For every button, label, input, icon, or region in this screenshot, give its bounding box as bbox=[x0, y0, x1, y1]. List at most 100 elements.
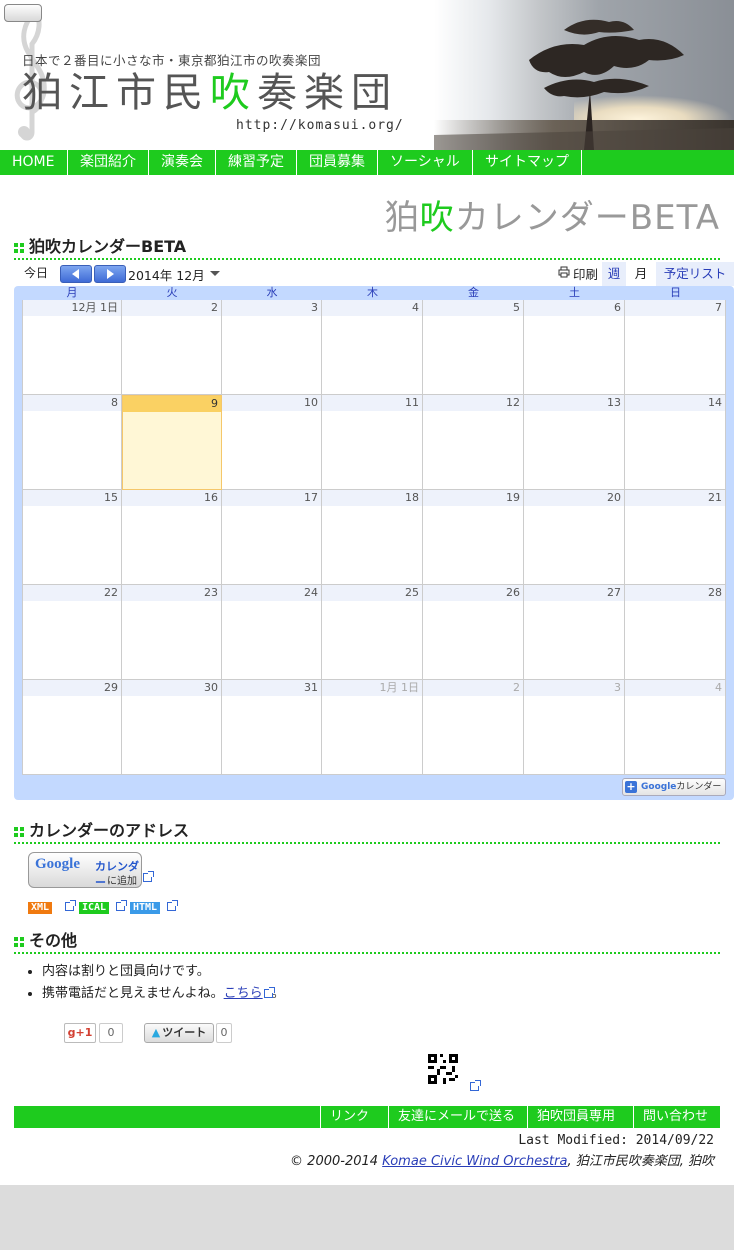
calendar-day-cell[interactable]: 23 bbox=[122, 585, 222, 680]
calendar-day-cell[interactable]: 18 bbox=[322, 490, 423, 585]
calendar-day-cell[interactable]: 6 bbox=[524, 300, 625, 395]
day-number[interactable]: 4 bbox=[322, 300, 422, 316]
print-button[interactable]: 印刷 bbox=[573, 264, 598, 283]
org-link[interactable]: Komae Civic Wind Orchestra bbox=[382, 1154, 567, 1169]
day-number[interactable]: 12月 1日 bbox=[23, 300, 121, 316]
day-number[interactable]: 17 bbox=[222, 490, 321, 506]
day-number[interactable]: 1月 1日 bbox=[322, 680, 422, 696]
qr-code-icon[interactable] bbox=[428, 1054, 458, 1084]
tab-week[interactable]: 週 bbox=[602, 262, 626, 286]
calendar-day-cell[interactable]: 4 bbox=[322, 300, 423, 395]
day-number[interactable]: 2 bbox=[423, 680, 523, 696]
calendar-day-cell[interactable]: 10 bbox=[222, 395, 322, 490]
calendar-day-cell[interactable]: 11 bbox=[322, 395, 423, 490]
nav-item-concerts[interactable]: 演奏会 bbox=[149, 150, 216, 175]
day-number[interactable]: 22 bbox=[23, 585, 121, 601]
xml-feed-button[interactable]: XML bbox=[28, 902, 53, 914]
add-to-google-calendar-button[interactable]: Google カレンダー に追加 bbox=[28, 852, 142, 889]
prev-month-button[interactable] bbox=[60, 265, 92, 283]
ical-feed-button[interactable]: ICAL bbox=[79, 902, 110, 914]
day-number[interactable]: 9 bbox=[123, 396, 221, 412]
calendar-day-cell[interactable]: 21 bbox=[625, 490, 726, 585]
nav-item-about[interactable]: 楽団紹介 bbox=[68, 150, 149, 175]
calendar-day-cell[interactable]: 13 bbox=[524, 395, 625, 490]
footer-link-links[interactable]: リンク bbox=[320, 1106, 378, 1128]
nav-item-sitemap[interactable]: サイトマップ bbox=[473, 150, 582, 175]
google-calendar-badge[interactable]: + Googleカレンダー bbox=[622, 778, 726, 796]
calendar-day-cell[interactable]: 24 bbox=[222, 585, 322, 680]
calendar-day-cell[interactable]: 16 bbox=[122, 490, 222, 585]
tweet-button[interactable]: ▲ ツイート bbox=[144, 1023, 214, 1043]
menu-toggle-button[interactable] bbox=[4, 4, 42, 22]
calendar-day-cell[interactable]: 7 bbox=[625, 300, 726, 395]
day-number[interactable]: 29 bbox=[23, 680, 121, 696]
calendar-day-cell[interactable]: 12 bbox=[423, 395, 524, 490]
day-number[interactable]: 28 bbox=[625, 585, 725, 601]
nav-item-social[interactable]: ソーシャル bbox=[378, 150, 473, 175]
calendar-day-cell[interactable]: 2 bbox=[122, 300, 222, 395]
calendar-day-cell[interactable]: 20 bbox=[524, 490, 625, 585]
day-number[interactable]: 2 bbox=[122, 300, 221, 316]
calendar-day-cell[interactable]: 14 bbox=[625, 395, 726, 490]
calendar-day-cell[interactable]: 25 bbox=[322, 585, 423, 680]
day-number[interactable]: 15 bbox=[23, 490, 121, 506]
calendar-day-today[interactable]: 9 bbox=[122, 395, 222, 490]
day-number[interactable]: 3 bbox=[524, 680, 624, 696]
calendar-day-cell[interactable]: 22 bbox=[22, 585, 122, 680]
tab-month[interactable]: 月 bbox=[628, 262, 654, 286]
day-number[interactable]: 8 bbox=[23, 395, 121, 411]
footer-link-contact[interactable]: 問い合わせ bbox=[633, 1106, 717, 1128]
day-number[interactable]: 3 bbox=[222, 300, 321, 316]
day-number[interactable]: 26 bbox=[423, 585, 523, 601]
day-number[interactable]: 19 bbox=[423, 490, 523, 506]
calendar-day-cell[interactable]: 31 bbox=[222, 680, 322, 775]
calendar-day-cell[interactable]: 29 bbox=[22, 680, 122, 775]
nav-item-practice[interactable]: 練習予定 bbox=[216, 150, 297, 175]
day-number[interactable]: 6 bbox=[524, 300, 624, 316]
day-number[interactable]: 11 bbox=[322, 395, 422, 411]
day-number[interactable]: 16 bbox=[122, 490, 221, 506]
tab-agenda[interactable]: 予定リスト bbox=[656, 262, 734, 286]
day-number[interactable]: 13 bbox=[524, 395, 624, 411]
day-number[interactable]: 7 bbox=[625, 300, 725, 316]
day-number[interactable]: 30 bbox=[122, 680, 221, 696]
calendar-day-cell[interactable]: 26 bbox=[423, 585, 524, 680]
day-number[interactable]: 20 bbox=[524, 490, 624, 506]
nav-item-recruit[interactable]: 団員募集 bbox=[297, 150, 378, 175]
google-plus-one-button[interactable]: g+1 bbox=[64, 1023, 96, 1043]
footer-link-members[interactable]: 狛吹団員専用 bbox=[527, 1106, 624, 1128]
day-number[interactable]: 14 bbox=[625, 395, 725, 411]
day-number[interactable]: 5 bbox=[423, 300, 523, 316]
day-number[interactable]: 21 bbox=[625, 490, 725, 506]
calendar-day-cell[interactable]: 28 bbox=[625, 585, 726, 680]
calendar-day-cell[interactable]: 12月 1日 bbox=[22, 300, 122, 395]
printer-icon[interactable] bbox=[558, 266, 570, 278]
next-month-button[interactable] bbox=[94, 265, 126, 283]
chevron-down-icon[interactable] bbox=[210, 271, 220, 276]
day-number[interactable]: 25 bbox=[322, 585, 422, 601]
calendar-day-cell[interactable]: 1月 1日 bbox=[322, 680, 423, 775]
calendar-day-cell[interactable]: 2 bbox=[423, 680, 524, 775]
calendar-day-cell[interactable]: 8 bbox=[22, 395, 122, 490]
footer-link-mail-friend[interactable]: 友達にメールで送る bbox=[388, 1106, 524, 1128]
day-number[interactable]: 10 bbox=[222, 395, 321, 411]
day-number[interactable]: 4 bbox=[625, 680, 725, 696]
day-number[interactable]: 12 bbox=[423, 395, 523, 411]
nav-item-home[interactable]: HOME bbox=[0, 150, 68, 175]
html-feed-button[interactable]: HTML bbox=[130, 902, 161, 914]
day-number[interactable]: 27 bbox=[524, 585, 624, 601]
calendar-day-cell[interactable]: 30 bbox=[122, 680, 222, 775]
day-number[interactable]: 31 bbox=[222, 680, 321, 696]
mobile-link[interactable]: こちら bbox=[224, 986, 263, 1001]
day-number[interactable]: 18 bbox=[322, 490, 422, 506]
today-button[interactable]: 今日 bbox=[24, 264, 48, 281]
site-title[interactable]: 狛江市民吹奏楽団 bbox=[22, 70, 398, 116]
calendar-day-cell[interactable]: 19 bbox=[423, 490, 524, 585]
day-number[interactable]: 24 bbox=[222, 585, 321, 601]
calendar-day-cell[interactable]: 4 bbox=[625, 680, 726, 775]
calendar-day-cell[interactable]: 5 bbox=[423, 300, 524, 395]
calendar-day-cell[interactable]: 3 bbox=[524, 680, 625, 775]
calendar-day-cell[interactable]: 15 bbox=[22, 490, 122, 585]
calendar-day-cell[interactable]: 27 bbox=[524, 585, 625, 680]
calendar-day-cell[interactable]: 3 bbox=[222, 300, 322, 395]
